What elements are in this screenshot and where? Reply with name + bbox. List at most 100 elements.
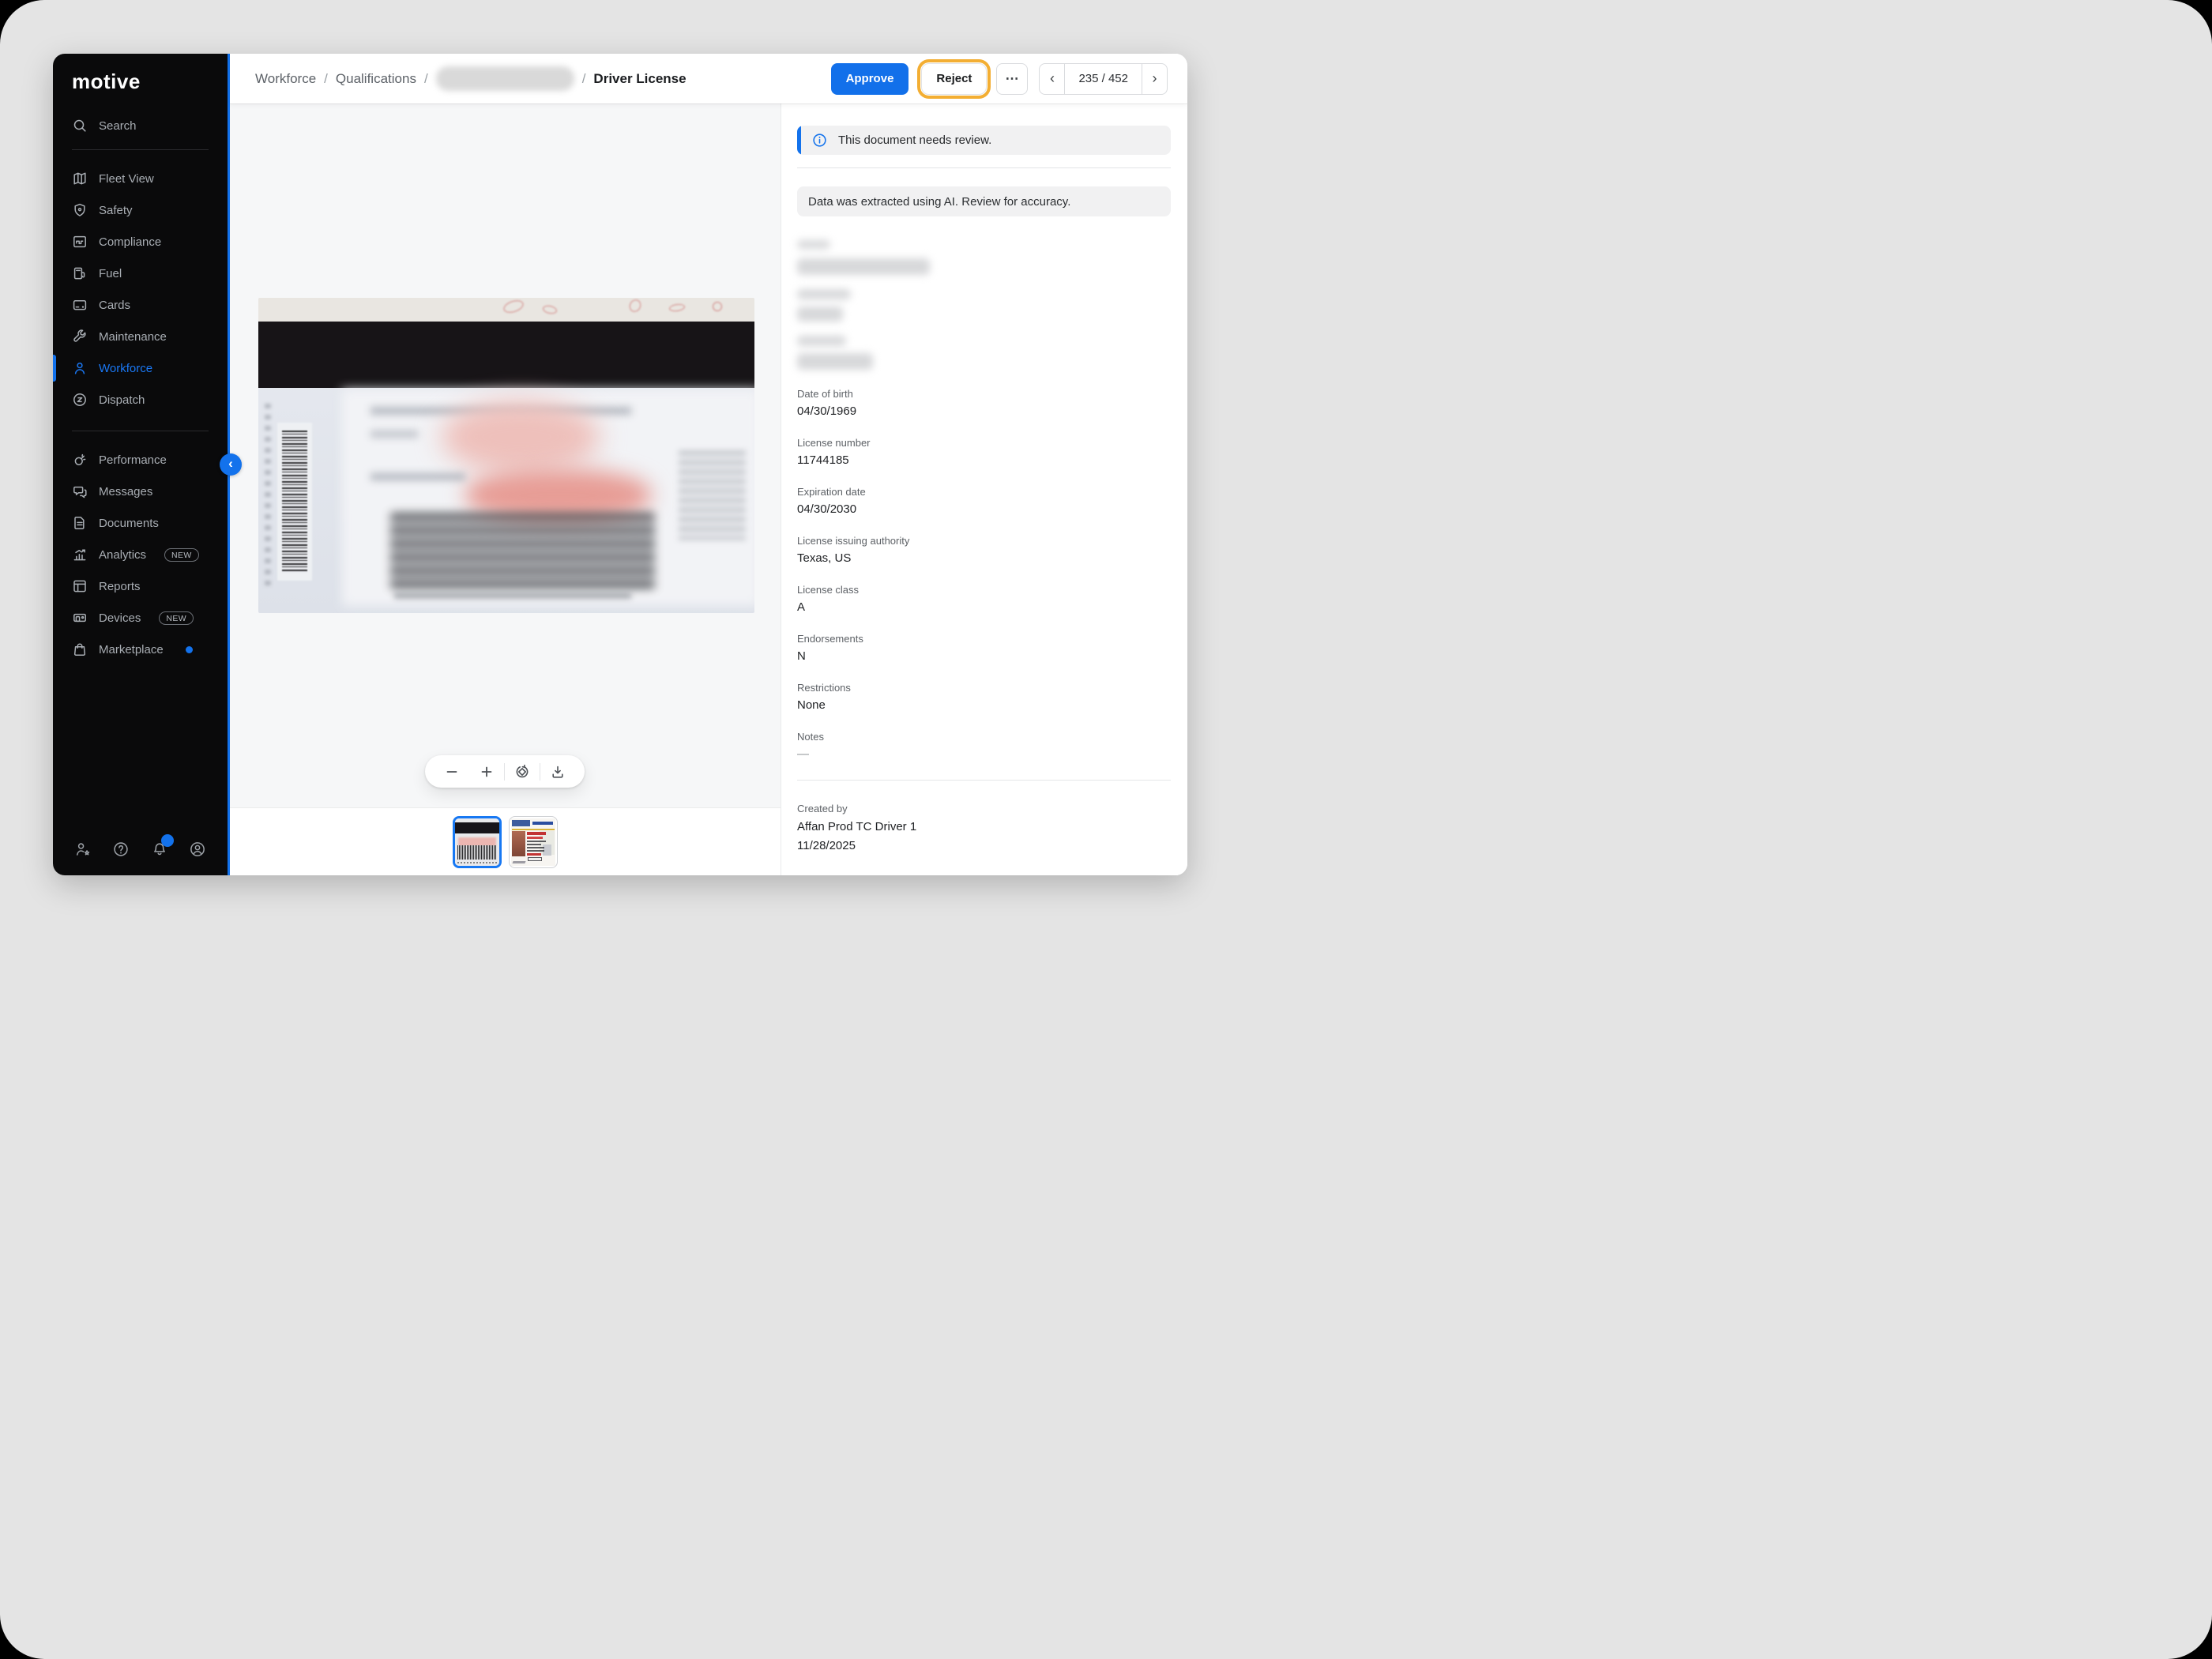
sidebar-divider (72, 149, 209, 150)
redacted-field-label (797, 240, 830, 249)
field-label: Date of birth (797, 388, 1171, 400)
sidebar-item-label: Performance (99, 453, 167, 467)
panel-divider (797, 167, 1171, 168)
sidebar-item-cards[interactable]: Cards (53, 289, 228, 321)
sidebar-item-reports[interactable]: Reports (53, 570, 228, 602)
sidebar-item-performance[interactable]: Performance (53, 444, 228, 476)
review-banner-text: This document needs review. (838, 134, 991, 147)
devices-icon (72, 610, 88, 626)
admin-settings-button[interactable] (74, 841, 92, 858)
zoom-in-button[interactable] (469, 755, 504, 788)
sidebar-item-label: Analytics (99, 548, 146, 562)
sidebar-search-label: Search (99, 119, 137, 133)
sidebar-search[interactable]: Search (53, 110, 228, 141)
redacted-license-content (347, 394, 754, 601)
field-value: None (797, 698, 1171, 712)
notifications-bell-button[interactable] (151, 841, 168, 858)
more-options-button[interactable]: ⋯ (996, 63, 1028, 95)
extracted-fields: Date of birth 04/30/1969 License number … (797, 388, 1171, 761)
rotate-button[interactable] (505, 755, 540, 788)
download-button[interactable] (540, 755, 575, 788)
sidebar-item-label: Devices (99, 611, 141, 625)
created-by-date: 11/28/2025 (797, 839, 1171, 852)
sidebar-item-label: Fuel (99, 267, 122, 280)
redacted-field-value (797, 258, 930, 275)
app-window: motive Search Fleet View Safety Complian… (53, 54, 1187, 875)
field-label: License issuing authority (797, 535, 1171, 547)
created-by-section: Created by Affan Prod TC Driver 1 11/28/… (797, 803, 1171, 852)
pager-next-button[interactable]: › (1142, 64, 1167, 94)
redacted-fields (797, 240, 1171, 370)
reject-button[interactable]: Reject (921, 63, 987, 95)
plus-icon (479, 764, 495, 780)
sidebar-item-label: Workforce (99, 362, 152, 375)
field-notes: Notes — (797, 731, 1171, 761)
sidebar-item-marketplace[interactable]: Marketplace (53, 634, 228, 665)
credit-card-icon (72, 297, 88, 313)
field-label: License number (797, 437, 1171, 449)
account-button[interactable] (189, 841, 206, 858)
sidebar-collapse-button[interactable]: ‹ (220, 453, 242, 476)
sidebar-item-workforce[interactable]: Workforce (53, 352, 228, 384)
sidebar-item-fleet-view[interactable]: Fleet View (53, 163, 228, 194)
zoom-out-button[interactable] (434, 755, 469, 788)
sidebar-item-label: Safety (99, 204, 133, 217)
sidebar-item-fuel[interactable]: Fuel (53, 258, 228, 289)
field-date-of-birth: Date of birth 04/30/1969 (797, 388, 1171, 418)
motive-logo: motive (72, 70, 228, 94)
field-label: Expiration date (797, 486, 1171, 498)
sidebar-item-compliance[interactable]: Compliance (53, 226, 228, 258)
main-content: Workforce / Qualifications / / Driver Li… (230, 54, 1187, 875)
created-by-name: Affan Prod TC Driver 1 (797, 820, 1171, 833)
field-license-number: License number 11744185 (797, 437, 1171, 467)
field-value: — (797, 747, 1171, 761)
approve-button[interactable]: Approve (831, 63, 909, 95)
reports-icon (72, 578, 88, 594)
sidebar-item-analytics[interactable]: Analytics NEW (53, 539, 228, 570)
sidebar-item-label: Marketplace (99, 643, 164, 656)
map-icon (72, 171, 88, 186)
thumbnail-license-front[interactable] (509, 816, 558, 868)
field-endorsements: Endorsements N (797, 633, 1171, 663)
minus-icon (444, 764, 460, 780)
field-label: License class (797, 584, 1171, 596)
help-button[interactable] (112, 841, 130, 858)
field-expiration-date: Expiration date 04/30/2030 (797, 486, 1171, 516)
sidebar-item-dispatch[interactable]: Dispatch (53, 384, 228, 416)
notification-badge (161, 834, 174, 847)
license-back-image[interactable] (258, 298, 754, 613)
sidebar-item-label: Maintenance (99, 330, 167, 344)
breadcrumb-qualifications[interactable]: Qualifications (336, 71, 416, 87)
rotate-icon (514, 764, 530, 780)
sidebar-nav-primary: Fleet View Safety Compliance Fuel Cards … (53, 163, 228, 416)
thumbnail-license-back-selected[interactable] (453, 816, 502, 868)
wrench-icon (72, 329, 88, 344)
new-badge: NEW (159, 611, 194, 625)
created-by-label: Created by (797, 803, 1171, 814)
field-label: Restrictions (797, 682, 1171, 694)
breadcrumb-redacted-driver-name[interactable] (436, 66, 574, 91)
redacted-field-label (797, 336, 846, 346)
document-pager: ‹ 235 / 452 › (1039, 63, 1168, 95)
search-icon (72, 118, 88, 134)
field-value: N (797, 649, 1171, 663)
sidebar-item-label: Reports (99, 580, 141, 593)
analytics-icon (72, 547, 88, 562)
sidebar-item-maintenance[interactable]: Maintenance (53, 321, 228, 352)
new-badge: NEW (164, 548, 199, 562)
pager-previous-button[interactable]: ‹ (1040, 64, 1064, 94)
sidebar-item-devices[interactable]: Devices NEW (53, 602, 228, 634)
sidebar-nav-secondary: Performance Messages Documents Analytics… (53, 444, 228, 665)
sidebar-item-safety[interactable]: Safety (53, 194, 228, 226)
sidebar-item-label: Documents (99, 517, 159, 530)
sidebar-item-messages[interactable]: Messages (53, 476, 228, 507)
field-value: A (797, 600, 1171, 614)
performance-icon (72, 452, 88, 468)
document-viewer (230, 103, 781, 875)
redacted-field-value (797, 353, 873, 370)
document-icon (72, 515, 88, 531)
dispatch-icon (72, 392, 88, 408)
person-icon (72, 360, 88, 376)
sidebar-item-documents[interactable]: Documents (53, 507, 228, 539)
breadcrumb-workforce[interactable]: Workforce (255, 71, 316, 87)
